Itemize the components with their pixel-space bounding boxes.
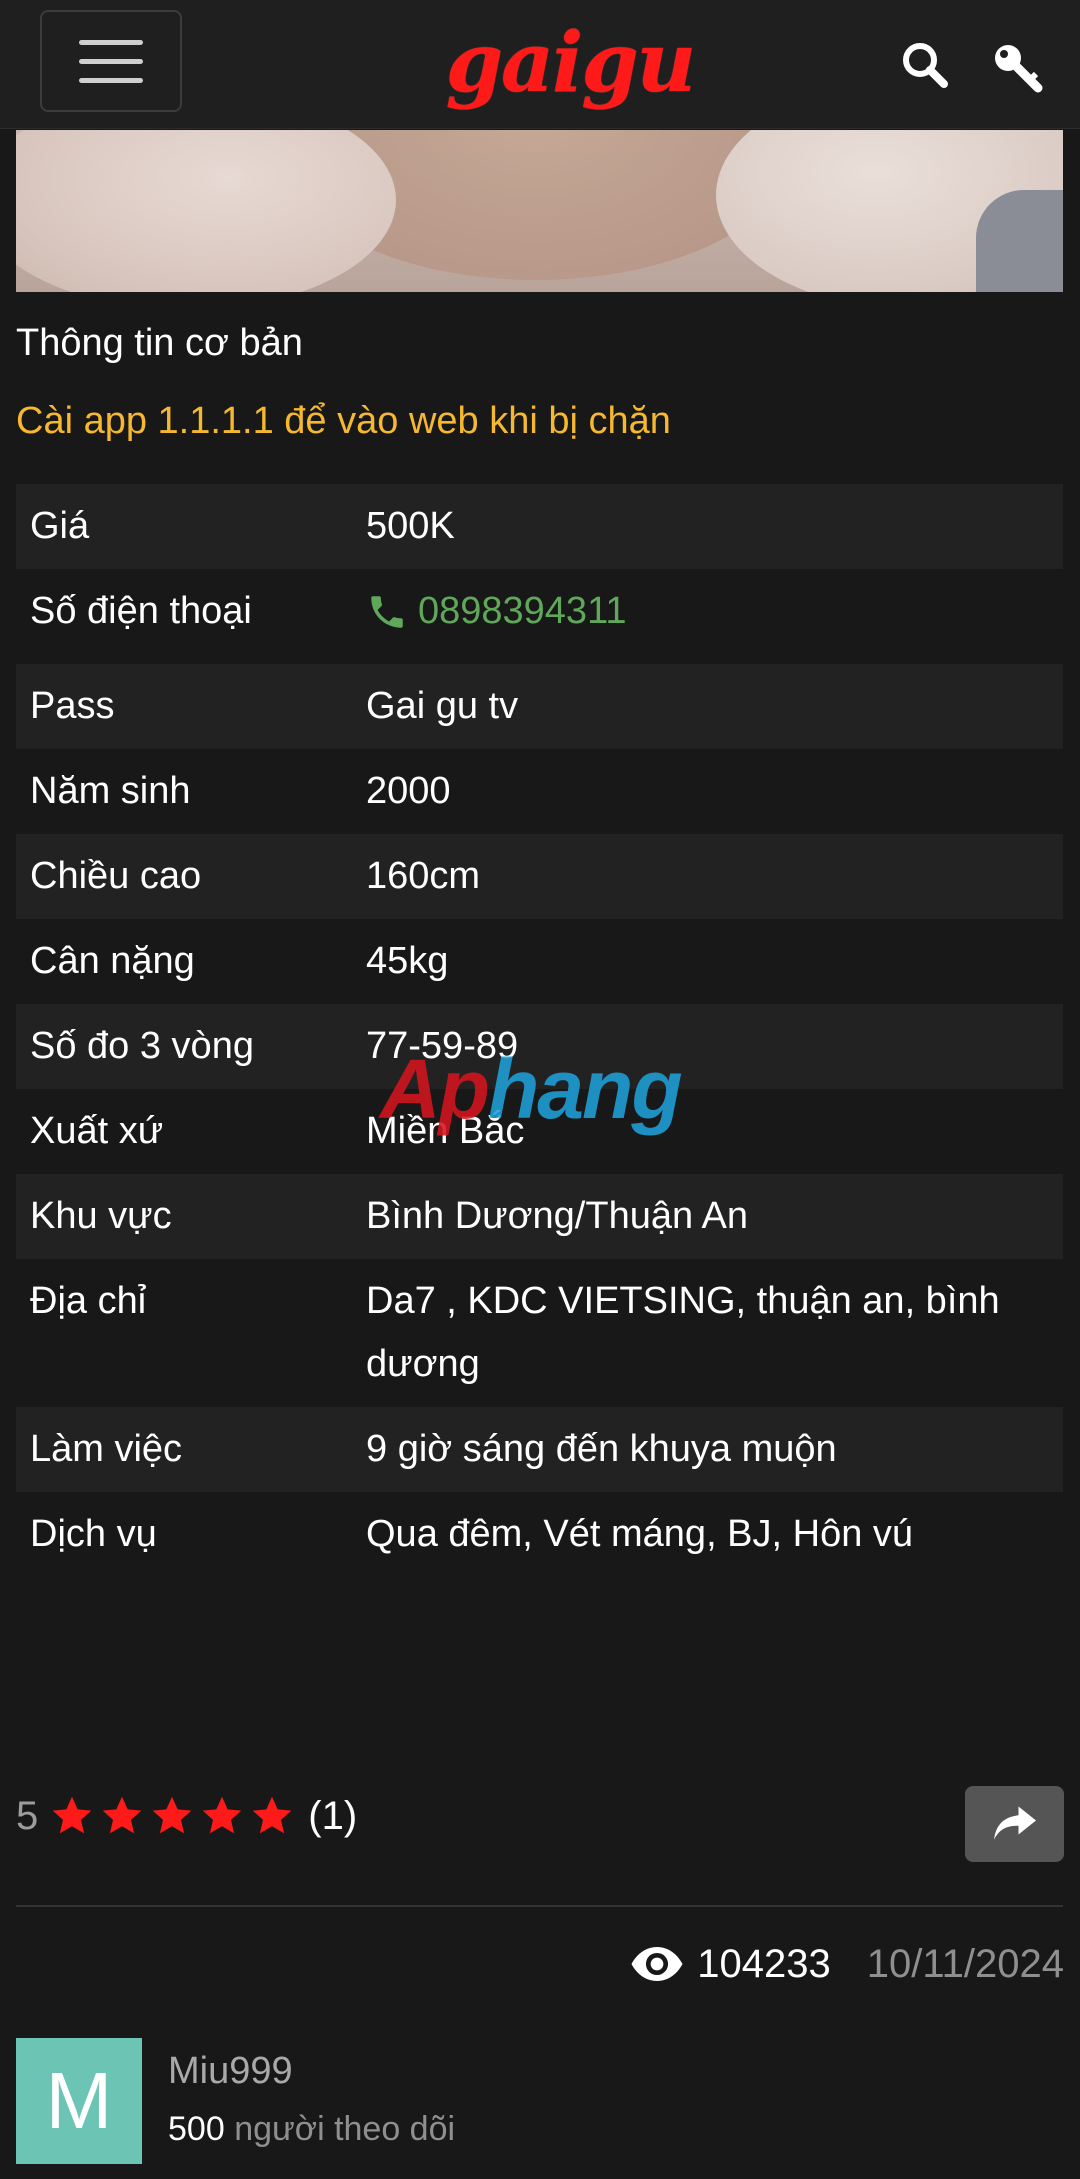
row-label: Năm sinh bbox=[30, 769, 191, 812]
avatar[interactable]: M bbox=[16, 2038, 142, 2164]
phone-cell: 0898394311 bbox=[352, 569, 1063, 664]
row-label: Dịch vụ bbox=[30, 1512, 157, 1555]
phone-number: 0898394311 bbox=[418, 590, 627, 632]
table-row: Địa chỉ Da7 , KDC VIETSING, thuận an, bì… bbox=[16, 1259, 1063, 1407]
row-label: Giá bbox=[16, 484, 352, 569]
table-row: Chiều cao 160cm bbox=[16, 833, 1063, 919]
hamburger-icon-line bbox=[79, 39, 143, 45]
table-row: Khu vực Bình Dương/Thuận An bbox=[16, 1173, 1063, 1259]
rating-row: 5 (1) bbox=[16, 1786, 357, 1846]
table-row: Dịch vụ Qua đêm, Vét máng, BJ, Hôn vú bbox=[16, 1492, 1063, 1577]
row-label: Số điện thoại bbox=[30, 590, 252, 632]
stats-row: 104233 10/11/2024 bbox=[631, 1934, 1064, 1994]
row-label: Địa chỉ bbox=[30, 1279, 147, 1322]
info-table: Giá 500K Số điện thoại 0898394311 Pass G… bbox=[16, 484, 1063, 1577]
rating-count: (1) bbox=[308, 1793, 358, 1838]
key-icon[interactable] bbox=[988, 36, 1048, 96]
star-icon[interactable] bbox=[200, 1794, 244, 1838]
row-value: 45kg bbox=[366, 939, 449, 982]
rating-score: 5 bbox=[16, 1793, 39, 1838]
follower-label: người theo dõi bbox=[234, 2110, 456, 2148]
share-button[interactable] bbox=[965, 1786, 1064, 1862]
author-name[interactable]: Miu999 bbox=[168, 2050, 293, 2093]
row-label: Chiều cao bbox=[16, 833, 352, 919]
row-label: Cân nặng bbox=[30, 939, 195, 982]
row-value: 2000 bbox=[366, 769, 451, 812]
table-row: Giá 500K bbox=[16, 484, 1063, 569]
row-value: 500K bbox=[352, 484, 1063, 569]
row-label: Pass bbox=[16, 663, 352, 749]
top-navbar: gaigu bbox=[0, 0, 1080, 129]
row-value: Gai gu tv bbox=[352, 663, 1063, 749]
photo-region bbox=[16, 130, 396, 292]
star-icon[interactable] bbox=[150, 1794, 194, 1838]
star-icon[interactable] bbox=[50, 1794, 94, 1838]
follower-number: 500 bbox=[168, 2110, 225, 2148]
row-value: 9 giờ sáng đến khuya muộn bbox=[352, 1406, 1063, 1492]
phone-link[interactable]: 0898394311 bbox=[366, 580, 627, 643]
profile-photo[interactable] bbox=[16, 130, 1063, 292]
divider bbox=[16, 1905, 1063, 1907]
row-value: 160cm bbox=[352, 833, 1063, 919]
watermark-logo: Aphang bbox=[380, 1042, 683, 1136]
eye-icon bbox=[631, 1947, 683, 1981]
star-icon[interactable] bbox=[100, 1794, 144, 1838]
watermark-part: hang bbox=[487, 1042, 683, 1136]
table-row: Số điện thoại 0898394311 bbox=[16, 569, 1063, 664]
table-row: Năm sinh 2000 bbox=[16, 749, 1063, 834]
row-label: Khu vực bbox=[16, 1173, 352, 1259]
star-icon[interactable] bbox=[250, 1794, 294, 1838]
table-row: Làm việc 9 giờ sáng đến khuya muộn bbox=[16, 1406, 1063, 1492]
follower-count: 500 người theo dõi bbox=[168, 2110, 455, 2149]
row-label: Xuất xứ bbox=[30, 1109, 164, 1152]
site-logo[interactable]: gaigu bbox=[440, 18, 700, 108]
post-date: 10/11/2024 bbox=[866, 1941, 1064, 1986]
share-icon bbox=[993, 1806, 1036, 1840]
menu-button[interactable] bbox=[40, 10, 182, 112]
row-value: Bình Dương/Thuận An bbox=[352, 1173, 1063, 1259]
phone-icon bbox=[371, 595, 403, 628]
photo-region bbox=[976, 190, 1063, 292]
hamburger-icon-line bbox=[79, 58, 143, 64]
notice-text[interactable]: Cài app 1.1.1.1 để vào web khi bị chặn bbox=[16, 400, 671, 443]
row-label: Số đo 3 vòng bbox=[16, 1003, 352, 1089]
table-row: Cân nặng 45kg bbox=[16, 919, 1063, 1004]
watermark-part: Ap bbox=[380, 1042, 490, 1136]
view-count: 104233 bbox=[697, 1941, 831, 1986]
hamburger-icon-line bbox=[79, 77, 143, 83]
row-value: Da7 , KDC VIETSING, thuận an, bình dương bbox=[366, 1279, 1000, 1385]
search-icon[interactable] bbox=[896, 36, 956, 96]
row-label: Làm việc bbox=[16, 1406, 352, 1492]
row-value: Qua đêm, Vét máng, BJ, Hôn vú bbox=[366, 1512, 914, 1555]
table-row: Pass Gai gu tv bbox=[16, 663, 1063, 749]
section-title: Thông tin cơ bản bbox=[16, 322, 303, 364]
